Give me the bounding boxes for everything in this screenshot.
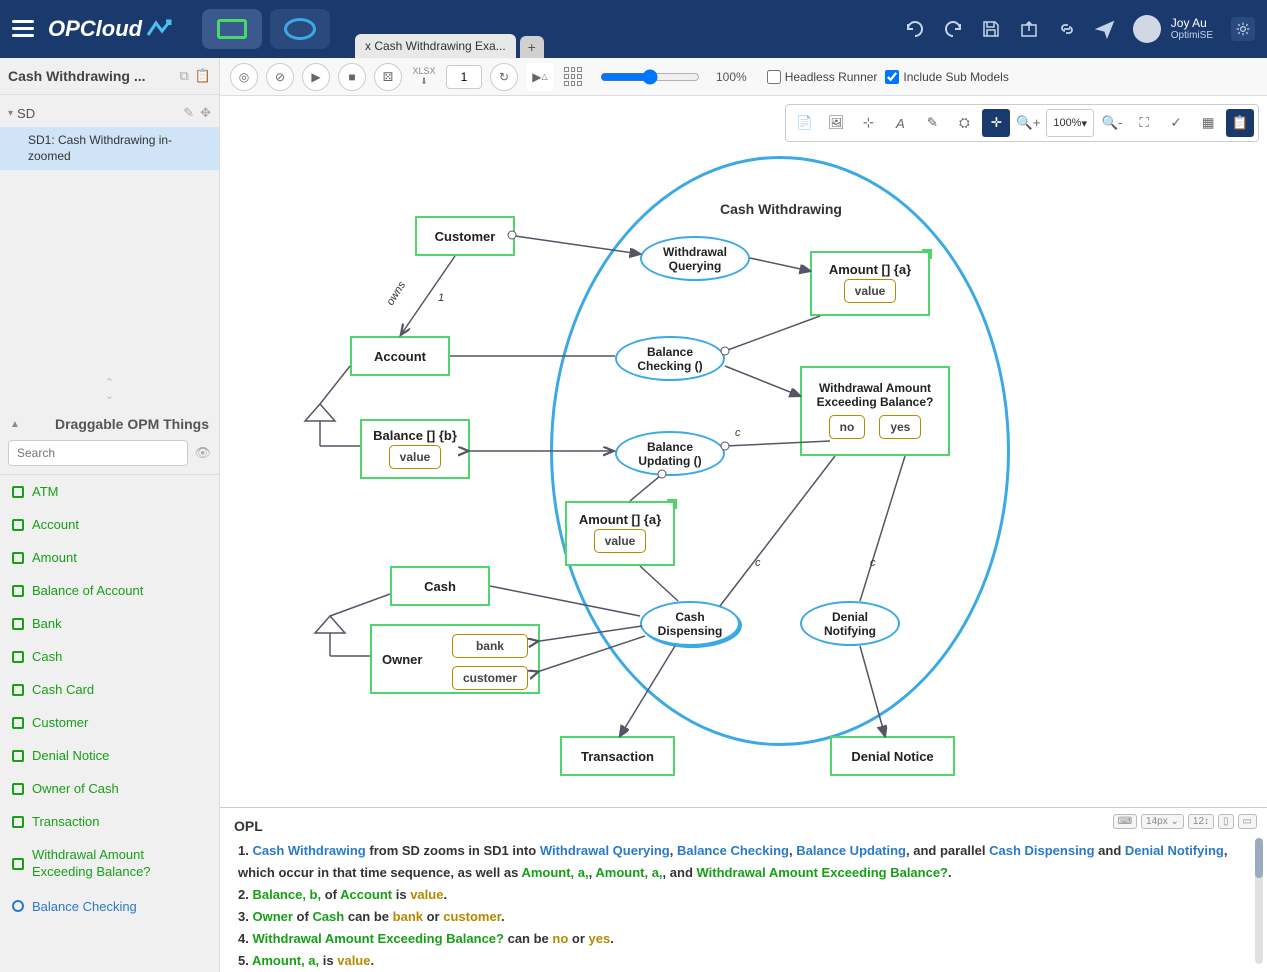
balance-object[interactable]: Balance [] {b} value [360, 419, 470, 479]
copy-icon[interactable]: ⧉ [180, 68, 189, 84]
refresh-icon[interactable]: ↻ [490, 63, 518, 91]
user-menu[interactable]: Joy Au OptimiSE [1133, 15, 1213, 43]
owner-object[interactable]: Owner bank customer [370, 624, 540, 694]
opl-fontsize-select[interactable]: 14px ⌄ [1141, 814, 1184, 829]
visibility-icon[interactable]: 👁 [194, 445, 211, 461]
thing-amount[interactable]: Amount [0, 541, 219, 574]
dice-icon[interactable]: ⚄ [374, 63, 402, 91]
xlsx-export-button[interactable]: XLSX⬇ [410, 66, 438, 87]
model-tab[interactable]: x Cash Withdrawing Exa... [355, 34, 516, 58]
denial-notice-object[interactable]: Denial Notice [830, 736, 955, 776]
diagram-title: Cash Withdrawing [720, 201, 842, 217]
opl-line-2: 2. Balance, b, of Account is value. [234, 884, 1253, 906]
svg-text:1: 1 [438, 292, 444, 304]
app-logo[interactable]: OPCloud [48, 16, 172, 42]
search-input[interactable] [8, 440, 188, 466]
amount1-object[interactable]: Amount [] {a} value [810, 251, 930, 316]
opl-layout1-icon[interactable]: ▯ [1218, 814, 1234, 829]
opl-panel: ⌨ 14px ⌄ 12↕ ▯ ▭ OPL 1. Cash Withdrawing… [220, 807, 1267, 972]
sidebar-title: Cash Withdrawing ... [8, 68, 180, 84]
amount2-value-state[interactable]: value [594, 529, 647, 553]
settings-button[interactable] [1231, 17, 1255, 41]
undo-icon[interactable] [905, 19, 925, 39]
user-name: Joy Au [1171, 16, 1213, 30]
menu-icon[interactable] [12, 20, 34, 38]
cash-object[interactable]: Cash [390, 566, 490, 606]
owner-customer-state[interactable]: customer [452, 666, 528, 690]
thing-customer[interactable]: Customer [0, 706, 219, 739]
step-input[interactable] [446, 65, 482, 89]
avatar [1133, 15, 1161, 43]
opl-line-4: 4. Withdrawal Amount Exceeding Balance? … [234, 928, 1253, 950]
transaction-object[interactable]: Transaction [560, 736, 675, 776]
svg-text:owns: owns [384, 279, 408, 308]
thing-withdrawal-exceeding[interactable]: Withdrawal Amount Exceeding Balance? [0, 838, 219, 890]
opm-diagram: Cash Withdrawing Customer Account Balanc… [220, 96, 1267, 807]
thing-denial-notice[interactable]: Denial Notice [0, 739, 219, 772]
play-button[interactable]: ▶ [302, 63, 330, 91]
grid-icon[interactable] [562, 65, 584, 88]
denial-notifying-process[interactable]: Denial Notifying [800, 601, 900, 646]
paste-icon[interactable]: 📋 [195, 68, 211, 84]
exceed-no-state[interactable]: no [829, 415, 866, 439]
thing-bank[interactable]: Bank [0, 607, 219, 640]
sim-toolbar: ◎ ⊘ ▶ ■ ⚄ XLSX⬇ ↻ ▶△ 100% Headless Runne… [220, 58, 1267, 96]
save-icon[interactable] [981, 19, 1001, 39]
amount2-object[interactable]: Amount [] {a} value [565, 501, 675, 566]
user-org: OptimiSE [1171, 30, 1213, 42]
opl-title: OPL [234, 818, 1253, 834]
thing-account[interactable]: Account [0, 508, 219, 541]
thing-balance-of-account[interactable]: Balance of Account [0, 574, 219, 607]
tree-root-sd[interactable]: ▾SD ✎✥ [0, 99, 219, 127]
things-list: ATM Account Amount Balance of Account Ba… [0, 474, 219, 972]
add-tab-button[interactable]: + [520, 36, 544, 58]
headless-checkbox[interactable]: Headless Runner [767, 70, 878, 84]
account-object[interactable]: Account [350, 336, 450, 376]
opl-line-3: 3. Owner of Cash can be bank or customer… [234, 906, 1253, 928]
send-icon[interactable] [1095, 19, 1115, 39]
opl-layout2-icon[interactable]: ▭ [1238, 814, 1257, 829]
splitter[interactable]: ⌃⌄ [0, 374, 219, 404]
redo-icon[interactable] [943, 19, 963, 39]
process-shape-button[interactable] [270, 9, 330, 49]
link-icon[interactable] [1057, 19, 1077, 39]
tree-child-sd1[interactable]: SD1: Cash Withdrawing in-zoomed [0, 127, 219, 170]
withdrawal-querying-process[interactable]: Withdrawal Querying [640, 236, 750, 281]
sidebar: Cash Withdrawing ... ⧉ 📋 ▾SD ✎✥ SD1: Cas… [0, 58, 220, 972]
thing-atm[interactable]: ATM [0, 475, 219, 508]
target-icon[interactable]: ◎ [230, 63, 258, 91]
fast-forward-icon[interactable]: ▶△ [526, 63, 554, 91]
thing-transaction[interactable]: Transaction [0, 805, 219, 838]
include-submodels-checkbox[interactable]: Include Sub Models [885, 70, 1008, 84]
thing-balance-checking[interactable]: Balance Checking [0, 890, 219, 923]
canvas[interactable]: 📄 🖼 ⊹ A ✎ ⛭ ✛ 🔍+ 100% ▾ 🔍- ⛶ ✓ ▦ 📋 Cash … [220, 96, 1267, 807]
stop-button[interactable]: ■ [338, 63, 366, 91]
customer-object[interactable]: Customer [415, 216, 515, 256]
opl-line-5: 5. Amount, a, is value. [234, 950, 1253, 972]
opl-num-icon[interactable]: 12↕ [1188, 814, 1214, 829]
thing-owner-of-cash[interactable]: Owner of Cash [0, 772, 219, 805]
zoom-slider[interactable] [600, 69, 700, 85]
exceed-yes-state[interactable]: yes [879, 415, 921, 439]
draggable-title: Draggable OPM Things [55, 416, 209, 432]
amount1-value-state[interactable]: value [844, 279, 897, 303]
balance-updating-process[interactable]: Balance Updating () [615, 431, 725, 476]
opl-keyboard-icon[interactable]: ⌨ [1113, 814, 1137, 829]
zoom-label: 100% [716, 70, 747, 84]
opl-line-1: 1. Cash Withdrawing from SD zooms in SD1… [234, 840, 1253, 884]
move-icon[interactable]: ✥ [200, 105, 211, 121]
content-area: ◎ ⊘ ▶ ■ ⚄ XLSX⬇ ↻ ▶△ 100% Headless Runne… [220, 58, 1267, 972]
balance-value-state[interactable]: value [389, 445, 442, 469]
thing-cash-card[interactable]: Cash Card [0, 673, 219, 706]
top-bar: OPCloud x Cash Withdrawing Exa... + Joy … [0, 0, 1267, 58]
thing-cash[interactable]: Cash [0, 640, 219, 673]
gauge-icon[interactable]: ⊘ [266, 63, 294, 91]
owner-bank-state[interactable]: bank [452, 634, 528, 658]
export-icon[interactable] [1019, 19, 1039, 39]
cash-dispensing-process[interactable]: Cash Dispensing [640, 601, 740, 646]
balance-checking-process[interactable]: Balance Checking () [615, 336, 725, 381]
object-shape-button[interactable] [202, 9, 262, 49]
exceed-object[interactable]: Withdrawal Amount Exceeding Balance? no … [800, 366, 950, 456]
edit-icon[interactable]: ✎ [183, 105, 194, 121]
